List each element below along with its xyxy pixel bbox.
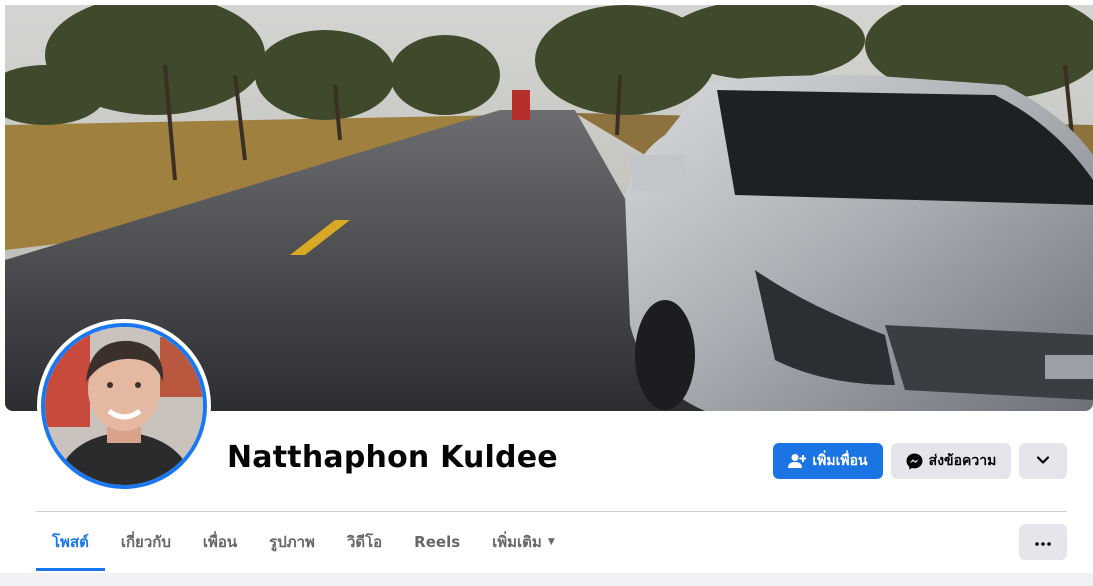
tab-label: รูปภาพ — [269, 533, 315, 551]
tab-label: วิดีโอ — [346, 533, 383, 551]
tab-label: โพสต์ — [52, 533, 89, 551]
chevron-down-icon — [1036, 453, 1050, 469]
message-button[interactable]: ส่งข้อความ — [891, 443, 1011, 479]
tab-label: Reels — [414, 533, 461, 551]
more-dots-icon — [1035, 534, 1051, 550]
profile-page: Natthaphon Kuldee เพิ่มเพื่อน ส่งข้อความ — [0, 0, 1093, 586]
tab-label: เกี่ยวกับ — [120, 533, 171, 551]
tab-friends[interactable]: เพื่อน — [187, 513, 253, 571]
tab-posts[interactable]: โพสต์ — [36, 513, 105, 571]
header-divider — [36, 511, 1067, 512]
caret-down-icon: ▼ — [547, 537, 555, 547]
profile-name: Natthaphon Kuldee — [227, 440, 558, 475]
tab-videos[interactable]: วิดีโอ — [331, 513, 398, 571]
profile-avatar[interactable] — [37, 319, 211, 493]
tab-label: เพิ่มเติม — [492, 533, 542, 551]
add-friend-icon — [788, 453, 807, 469]
profile-tabs: โพสต์ เกี่ยวกับ เพื่อน รูปภาพ วิดีโอ Ree… — [36, 513, 571, 571]
avatar-photo — [45, 327, 203, 485]
tab-label: เพื่อน — [202, 533, 238, 551]
add-friend-button[interactable]: เพิ่มเพื่อน — [773, 443, 883, 479]
tab-more[interactable]: เพิ่มเติม ▼ — [476, 513, 571, 571]
avatar-photo-frame — [41, 323, 207, 489]
tab-photos[interactable]: รูปภาพ — [253, 513, 331, 571]
message-label: ส่งข้อความ — [928, 453, 997, 469]
more-actions-button[interactable] — [1019, 443, 1067, 479]
tab-about[interactable]: เกี่ยวกับ — [105, 513, 187, 571]
page-background-band — [0, 573, 1093, 586]
tab-reels[interactable]: Reels — [398, 513, 476, 571]
more-options-button[interactable] — [1019, 524, 1067, 560]
add-friend-label: เพิ่มเพื่อน — [812, 453, 868, 469]
messenger-icon — [906, 453, 923, 470]
